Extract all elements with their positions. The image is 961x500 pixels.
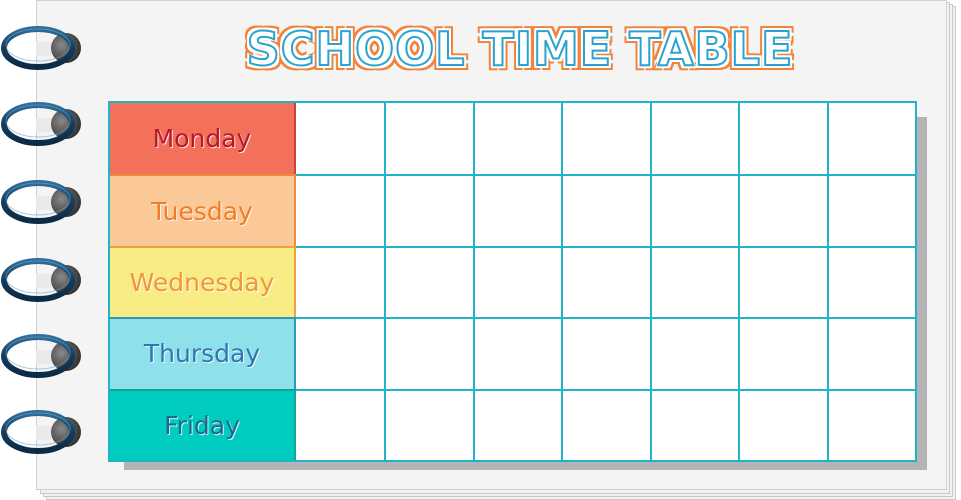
timetable-cell[interactable]	[561, 388, 650, 460]
timetable-cell[interactable]	[472, 317, 562, 389]
day-label-friday: Friday	[110, 388, 296, 460]
timetable-cell[interactable]	[384, 174, 473, 246]
binding-ring-icon	[1, 334, 81, 378]
binding-ring-icon	[1, 102, 81, 146]
timetable-cell[interactable]	[561, 103, 650, 175]
day-label-thursday: Thursday	[110, 317, 296, 389]
timetable-cell[interactable]	[296, 103, 385, 175]
binding-ring-icon	[1, 180, 81, 224]
timetable-cell[interactable]	[826, 103, 915, 175]
timetable-cell[interactable]	[296, 174, 385, 246]
timetable-grid: Monday Tuesday Wednesday Thursday Friday	[108, 101, 917, 462]
title-text: SCHOOL TIME TABLE	[246, 21, 794, 77]
timetable-cell[interactable]	[296, 245, 385, 318]
day-label-monday: Monday	[110, 103, 296, 175]
timetable-cell[interactable]	[826, 245, 915, 318]
timetable-cell[interactable]	[472, 174, 562, 246]
timetable-cell[interactable]	[384, 388, 473, 460]
timetable-cell[interactable]	[738, 245, 827, 318]
binding-ring-icon	[1, 410, 81, 454]
timetable-cell[interactable]	[826, 174, 915, 246]
timetable-cell[interactable]	[826, 317, 915, 389]
binding-ring-icon	[1, 258, 81, 302]
timetable-cell[interactable]	[738, 103, 827, 175]
timetable-cell[interactable]	[296, 388, 385, 460]
timetable-cell[interactable]	[472, 103, 562, 175]
timetable-cell[interactable]	[649, 174, 739, 246]
timetable-cell[interactable]	[826, 388, 915, 460]
timetable-cell[interactable]	[738, 317, 827, 389]
timetable-cell[interactable]	[384, 245, 473, 318]
timetable-cell[interactable]	[296, 317, 385, 389]
page-title: SCHOOL TIME TABLE	[240, 14, 800, 84]
timetable-cell[interactable]	[561, 245, 650, 318]
timetable-cell[interactable]	[384, 317, 473, 389]
timetable-cell[interactable]	[384, 103, 473, 175]
timetable-cell[interactable]	[649, 317, 739, 389]
timetable-cell[interactable]	[561, 317, 650, 389]
timetable-cell[interactable]	[649, 245, 739, 318]
timetable-cell[interactable]	[649, 388, 739, 460]
timetable-cell[interactable]	[561, 174, 650, 246]
day-label-tuesday: Tuesday	[110, 174, 296, 246]
timetable-cell[interactable]	[738, 388, 827, 460]
timetable-cell[interactable]	[738, 174, 827, 246]
day-label-wednesday: Wednesday	[110, 245, 296, 318]
timetable-cell[interactable]	[472, 245, 562, 318]
binding-ring-icon	[1, 26, 81, 70]
timetable-cell[interactable]	[649, 103, 739, 175]
timetable-cell[interactable]	[472, 388, 562, 460]
